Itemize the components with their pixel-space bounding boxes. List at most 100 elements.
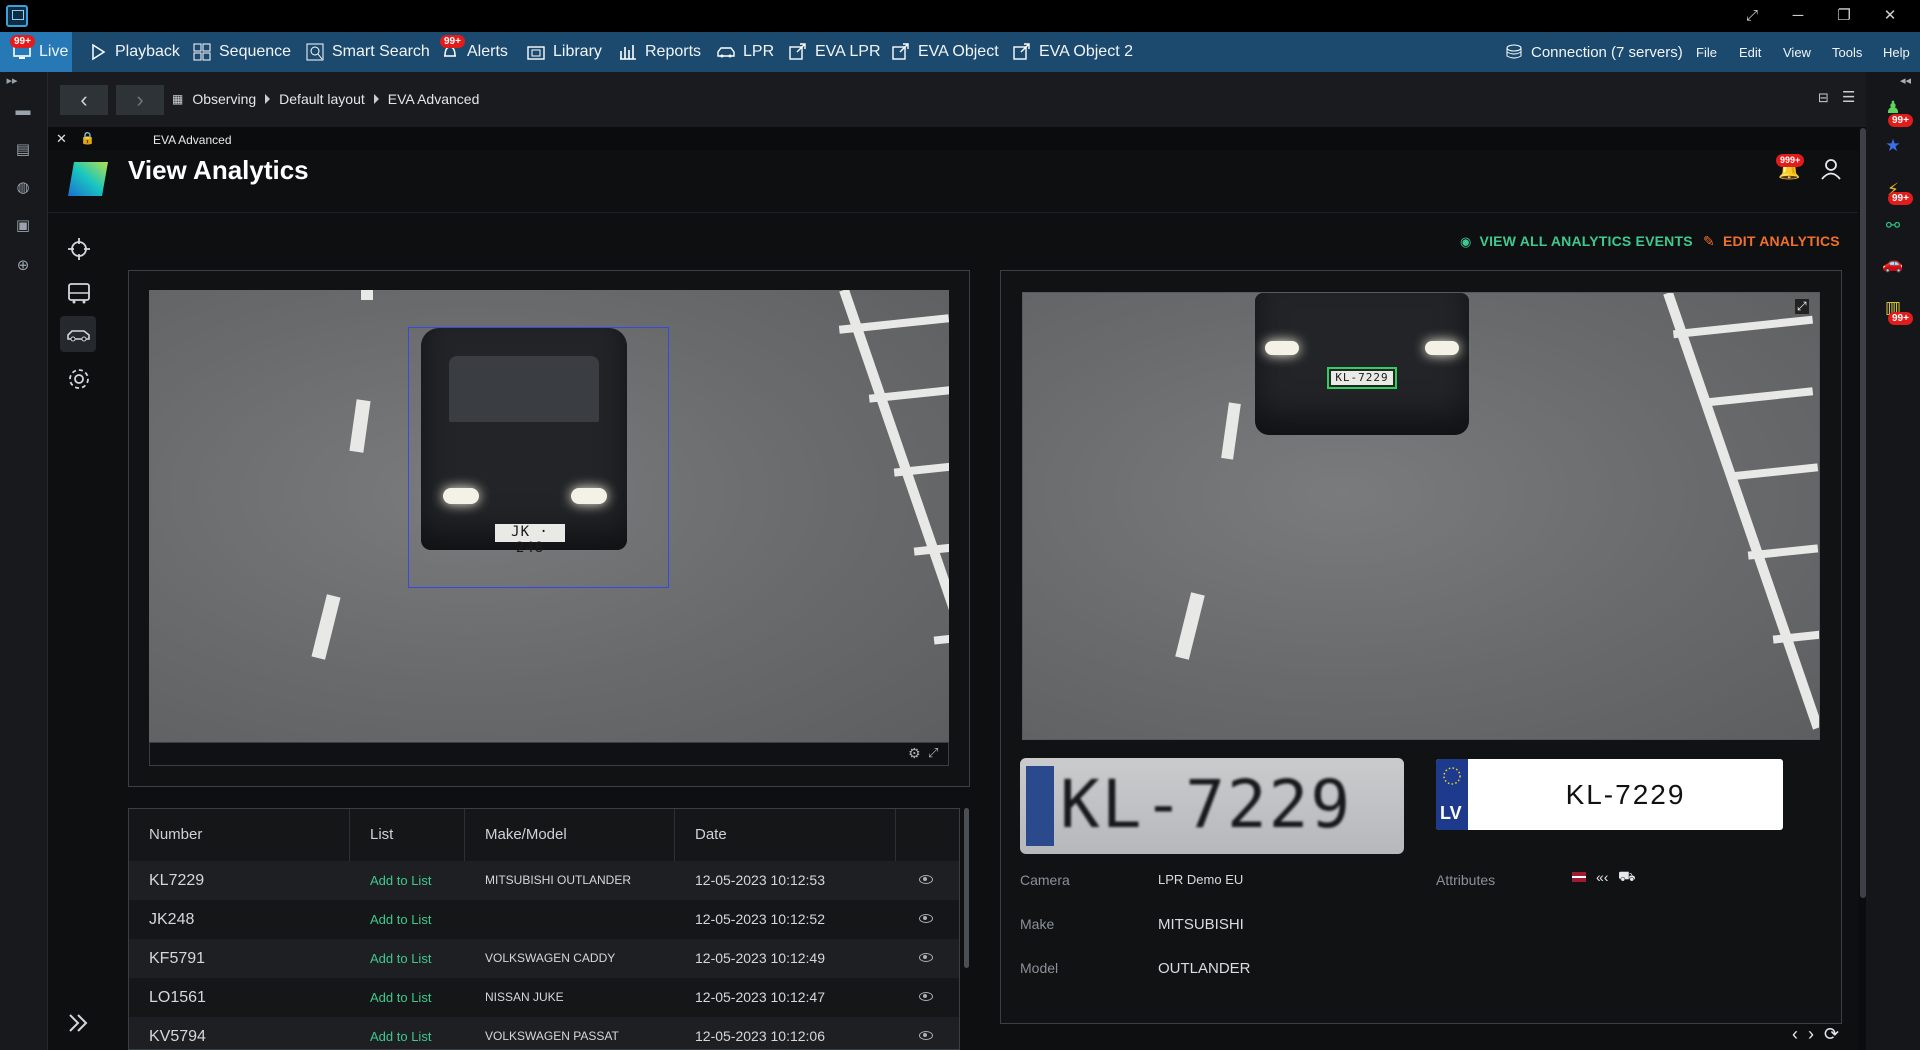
view-event-eye-icon[interactable] — [919, 875, 933, 884]
menu-file[interactable]: File — [1696, 32, 1717, 72]
column-header-number[interactable]: Number — [129, 809, 350, 861]
add-to-list-link[interactable]: Add to List — [350, 1017, 431, 1049]
add-to-list-link[interactable]: Add to List — [350, 861, 431, 900]
add-to-list-link[interactable]: Add to List — [350, 900, 431, 939]
maximize-button[interactable]: ❐ — [1822, 4, 1866, 28]
add-to-list-link[interactable]: Add to List — [350, 978, 431, 1017]
expand-left-icon[interactable]: ▸▸ — [2, 74, 22, 92]
monitors-icon[interactable]: ▣ — [13, 216, 33, 234]
menu-eva-object-label: EVA Object — [918, 43, 999, 60]
view-all-analytics-link[interactable]: ◉ VIEW ALL ANALYTICS EVENTS — [1460, 233, 1693, 250]
recognized-plate: LV KL-7229 — [1436, 759, 1783, 830]
user-profile-icon[interactable] — [1820, 158, 1842, 180]
plate-country-code: LV — [1440, 803, 1462, 823]
menu-live[interactable]: Live 99+ — [0, 32, 72, 72]
breadcrumb-eva-advanced[interactable]: EVA Advanced — [388, 91, 480, 107]
menu-edit[interactable]: Edit — [1739, 32, 1761, 72]
eu-flag-strip: LV — [1436, 759, 1468, 830]
refresh-icon[interactable]: ⟳ — [1824, 1024, 1839, 1046]
forward-button[interactable]: › — [116, 85, 164, 115]
vehicle-alert-icon[interactable]: 🚗 — [1882, 254, 1904, 276]
table-row[interactable]: KV5794 Add to List VOLKSWAGEN PASSAT 12-… — [129, 1017, 959, 1049]
right-camera-video[interactable]: KL-7229 ⤢ — [1022, 292, 1820, 740]
close-tab-icon[interactable]: ✕ — [56, 131, 67, 147]
menu-smart-search[interactable]: Smart Search — [305, 32, 430, 72]
menu-list-icon[interactable]: ☰ — [1842, 88, 1855, 106]
menu-live-label: Live — [39, 43, 69, 60]
make-value: MITSUBISHI — [1158, 916, 1244, 933]
table-row[interactable]: JK248 Add to List 12-05-2023 10:12:52 — [129, 900, 959, 939]
car-icon[interactable] — [66, 322, 92, 348]
breadcrumb-default-layout[interactable]: Default layout — [279, 91, 365, 107]
gear-icon[interactable] — [66, 366, 92, 392]
fullscreen-icon[interactable]: ⤢ — [1795, 299, 1809, 314]
page-scrollbar[interactable] — [1860, 128, 1866, 898]
view-event-eye-icon[interactable] — [919, 1031, 933, 1040]
tab-eva-advanced[interactable]: EVA Advanced — [153, 133, 232, 147]
restore-fullscreen-icon[interactable]: ⤢ — [1730, 4, 1774, 28]
cell-number: KL7229 — [149, 872, 205, 889]
eu-stars-icon — [1443, 767, 1461, 785]
lock-icon[interactable]: 🔒 — [80, 131, 95, 145]
star-icon[interactable]: ★ — [1882, 136, 1904, 158]
menu-lpr[interactable]: LPR — [716, 32, 774, 72]
minimize-button[interactable]: ─ — [1776, 4, 1820, 28]
network-icon[interactable]: ⚯ — [1882, 216, 1904, 238]
edit-analytics-label: EDIT ANALYTICS — [1722, 233, 1840, 249]
layout-options-icon[interactable]: ⊟ — [1818, 90, 1829, 106]
map-icon[interactable]: ◍ — [13, 178, 33, 196]
view-event-eye-icon[interactable] — [919, 953, 933, 962]
folder-icon — [527, 46, 545, 60]
car-icon — [717, 47, 735, 58]
collapse-right-icon[interactable]: ◂◂ — [1900, 74, 1911, 87]
view-event-eye-icon[interactable] — [919, 992, 933, 1001]
main-menu-bar: Live 99+ Playback Sequence Smart Search … — [0, 32, 1920, 72]
back-button[interactable]: ‹ — [60, 85, 108, 115]
navigation-bar: ‹ › ▦ Observing Default layout EVA Advan… — [48, 72, 1866, 127]
menu-playback[interactable]: Playback — [88, 32, 180, 72]
breadcrumb-observing[interactable]: Observing — [192, 91, 256, 107]
column-header-date[interactable]: Date — [675, 809, 896, 861]
fullscreen-icon[interactable]: ⤢ — [928, 745, 938, 761]
menu-alerts[interactable]: Alerts 99+ — [440, 32, 508, 72]
bus-icon[interactable] — [66, 280, 92, 306]
next-icon[interactable]: › — [1808, 1024, 1814, 1046]
view-event-eye-icon[interactable] — [919, 914, 933, 923]
menu-eva-object[interactable]: EVA Object — [891, 32, 999, 72]
connection-status[interactable]: Connection (7 servers) — [1504, 32, 1683, 72]
table-row[interactable]: KL7229 Add to List MITSUBISHI OUTLANDER … — [129, 861, 959, 900]
menu-help[interactable]: Help — [1883, 32, 1910, 72]
external-link-icon — [892, 43, 909, 60]
chevron-right-icon — [373, 94, 379, 104]
latvia-flag-icon — [1572, 872, 1586, 882]
camera-label: Camera — [1020, 872, 1070, 888]
menu-eva-object-2[interactable]: EVA Object 2 — [1012, 32, 1133, 72]
menu-library[interactable]: Library — [526, 32, 602, 72]
column-header-make-model[interactable]: Make/Model — [465, 809, 675, 861]
menu-eva-object-2-label: EVA Object 2 — [1039, 43, 1133, 60]
add-to-list-link[interactable]: Add to List — [350, 939, 431, 978]
grid-icon — [193, 43, 211, 61]
menu-tools[interactable]: Tools — [1832, 32, 1862, 72]
menu-reports[interactable]: Reports — [618, 32, 701, 72]
menu-sequence[interactable]: Sequence — [192, 32, 291, 72]
layout-icon[interactable]: ▬ — [13, 102, 33, 120]
table-scrollbar[interactable] — [964, 808, 969, 968]
rail-badge-2: 99+ — [1888, 192, 1913, 205]
previous-icon[interactable]: ‹ — [1792, 1024, 1798, 1046]
web-icon[interactable]: ⊕ — [13, 256, 33, 274]
close-button[interactable]: ✕ — [1868, 4, 1912, 28]
menu-view[interactable]: View — [1783, 32, 1811, 72]
cell-date: 12-05-2023 10:12:52 — [695, 911, 825, 927]
camera-tree-icon[interactable]: ▤ — [13, 140, 33, 158]
table-row[interactable]: LO1561 Add to List NISSAN JUKE 12-05-202… — [129, 978, 959, 1017]
collapse-double-chevron-icon[interactable] — [66, 1010, 92, 1036]
crosshair-icon[interactable] — [66, 236, 92, 262]
edit-analytics-link[interactable]: ✎ EDIT ANALYTICS — [1703, 233, 1840, 250]
left-camera-video[interactable]: JK · 248 — [149, 290, 949, 742]
gear-icon[interactable]: ⚙ — [908, 745, 921, 762]
app-logo — [68, 162, 108, 196]
menu-eva-lpr[interactable]: EVA LPR — [788, 32, 881, 72]
table-row[interactable]: KF5791 Add to List VOLKSWAGEN CADDY 12-0… — [129, 939, 959, 978]
column-header-list[interactable]: List — [350, 809, 465, 861]
